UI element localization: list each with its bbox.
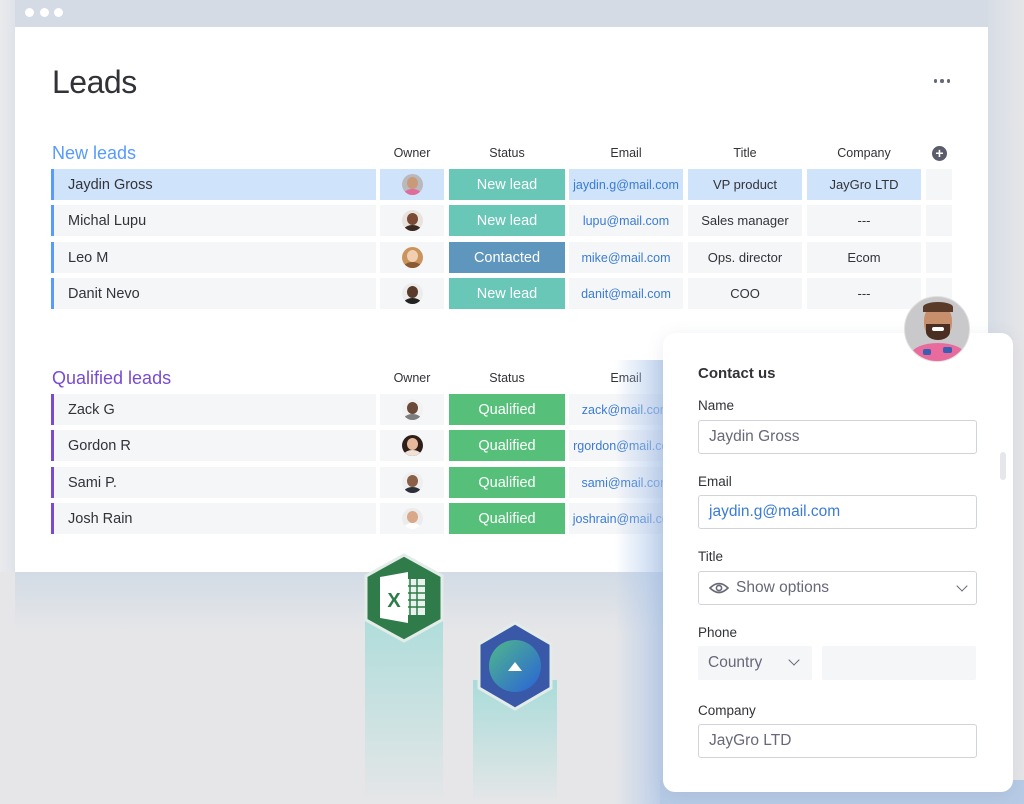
company-input[interactable]: JayGro LTD <box>698 724 977 758</box>
name-label: Name <box>698 398 735 413</box>
lead-name[interactable]: Sami P. <box>51 467 376 498</box>
status-badge[interactable]: New lead <box>449 169 565 200</box>
company-cell[interactable]: Ecom <box>807 242 921 273</box>
chevron-down-icon <box>788 654 800 666</box>
more-horizontal-icon <box>946 79 951 83</box>
column-header-status[interactable]: Status <box>449 371 565 385</box>
title-dropdown-placeholder: Show options <box>736 579 830 596</box>
app-integration-icon <box>477 621 553 711</box>
column-header-title[interactable]: Title <box>688 146 802 160</box>
owner-cell[interactable] <box>380 467 444 498</box>
email-link[interactable]: jaydin.g@mail.com <box>569 169 683 200</box>
status-badge[interactable]: New lead <box>449 278 565 309</box>
avatar <box>401 283 423 304</box>
email-link[interactable]: lupu@mail.com <box>569 205 683 236</box>
country-dropdown-placeholder: Country <box>708 654 763 671</box>
background <box>988 0 1024 340</box>
email-input[interactable]: jaydin.g@mail.com <box>698 495 977 529</box>
more-horizontal-icon <box>940 79 944 83</box>
company-label: Company <box>698 703 756 718</box>
contact-avatar <box>904 296 970 362</box>
owner-cell[interactable] <box>380 430 444 461</box>
window-dot[interactable] <box>25 8 34 17</box>
owner-cell[interactable] <box>380 169 444 200</box>
avatar <box>401 399 423 420</box>
lead-name[interactable]: Leo M <box>51 242 376 273</box>
phone-input[interactable] <box>822 646 976 680</box>
excel-integration[interactable]: X <box>363 553 445 648</box>
email-label: Email <box>698 474 732 489</box>
avatar <box>401 472 423 493</box>
form-scrollbar[interactable] <box>1000 452 1006 480</box>
column-header-owner[interactable]: Owner <box>380 371 444 385</box>
avatar <box>401 174 423 195</box>
app-integration[interactable] <box>475 621 555 716</box>
lead-name[interactable]: Michal Lupu <box>51 205 376 236</box>
avatar <box>401 247 423 268</box>
contact-form: Contact us Name Jaydin Gross Email jaydi… <box>663 333 1013 792</box>
avatar <box>401 508 423 529</box>
status-badge[interactable]: Qualified <box>449 430 565 461</box>
title-cell[interactable]: Ops. director <box>688 242 802 273</box>
window-titlebar <box>15 0 988 27</box>
more-options-button[interactable] <box>932 74 952 88</box>
eye-icon <box>709 582 729 594</box>
lead-name[interactable]: Gordon R <box>51 430 376 461</box>
company-cell[interactable]: --- <box>807 278 921 309</box>
owner-cell[interactable] <box>380 278 444 309</box>
lead-name[interactable]: Danit Nevo <box>51 278 376 309</box>
status-badge[interactable]: Qualified <box>449 467 565 498</box>
form-title: Contact us <box>698 365 776 382</box>
title-cell[interactable]: COO <box>688 278 802 309</box>
window-dot[interactable] <box>54 8 63 17</box>
email-link[interactable]: mike@mail.com <box>569 242 683 273</box>
plus-circle-icon: + <box>935 145 944 161</box>
name-input[interactable]: Jaydin Gross <box>698 420 977 454</box>
page-title: Leads <box>52 64 137 100</box>
lead-name[interactable]: Josh Rain <box>51 503 376 534</box>
column-header-owner[interactable]: Owner <box>380 146 444 160</box>
country-dropdown[interactable]: Country <box>698 646 812 680</box>
title-label: Title <box>698 549 724 564</box>
excel-icon: X <box>364 553 444 643</box>
chevron-down-icon <box>956 580 968 592</box>
status-badge[interactable]: New lead <box>449 205 565 236</box>
group-title-new-leads[interactable]: New leads <box>52 143 136 164</box>
lead-name[interactable]: Zack G <box>51 394 376 425</box>
add-column-button[interactable]: + <box>932 146 947 161</box>
company-cell[interactable]: --- <box>807 205 921 236</box>
company-cell[interactable]: JayGro LTD <box>807 169 921 200</box>
group-title-qualified-leads[interactable]: Qualified leads <box>52 368 171 389</box>
owner-cell[interactable] <box>380 242 444 273</box>
more-horizontal-icon <box>933 79 938 83</box>
owner-cell[interactable] <box>380 394 444 425</box>
empty-cell[interactable] <box>926 169 952 200</box>
column-header-status[interactable]: Status <box>449 146 565 160</box>
email-link[interactable]: danit@mail.com <box>569 278 683 309</box>
window-dot[interactable] <box>40 8 49 17</box>
owner-cell[interactable] <box>380 205 444 236</box>
status-badge[interactable]: Contacted <box>449 242 565 273</box>
background <box>0 0 15 572</box>
avatar <box>401 210 423 231</box>
lead-name[interactable]: Jaydin Gross <box>51 169 376 200</box>
empty-cell[interactable] <box>926 242 952 273</box>
phone-label: Phone <box>698 625 738 640</box>
status-badge[interactable]: Qualified <box>449 503 565 534</box>
title-cell[interactable]: Sales manager <box>688 205 802 236</box>
column-header-email[interactable]: Email <box>569 146 683 160</box>
title-cell[interactable]: VP product <box>688 169 802 200</box>
owner-cell[interactable] <box>380 503 444 534</box>
column-header-company[interactable]: Company <box>807 146 921 160</box>
status-badge[interactable]: Qualified <box>449 394 565 425</box>
empty-cell[interactable] <box>926 205 952 236</box>
title-dropdown[interactable]: Show options <box>698 571 977 605</box>
svg-text:X: X <box>387 590 401 612</box>
avatar <box>401 435 423 456</box>
